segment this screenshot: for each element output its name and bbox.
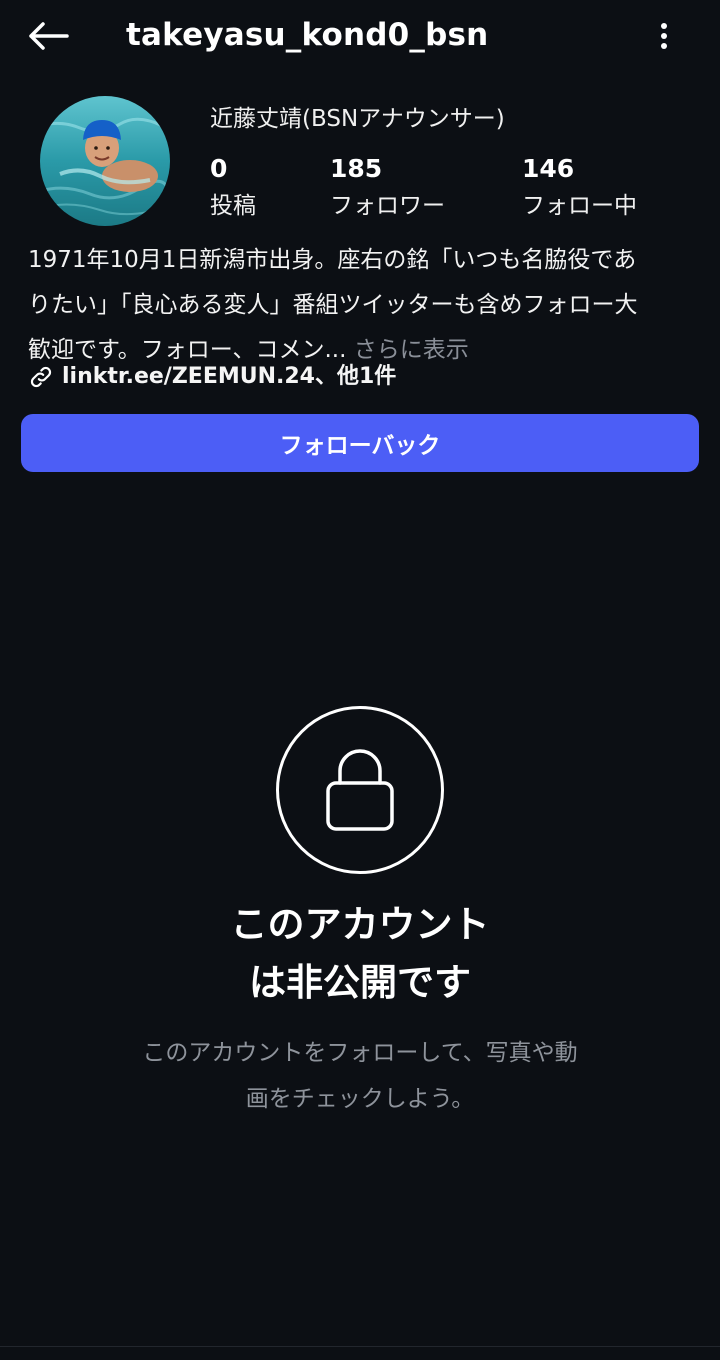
more-options-button[interactable] <box>644 14 684 58</box>
more-vertical-icon <box>661 23 667 49</box>
lock-icon <box>326 749 394 831</box>
link-icon <box>30 366 52 388</box>
top-bar: takeyasu_kond0_bsn <box>0 0 720 72</box>
avatar[interactable] <box>40 96 170 226</box>
posts-stat[interactable]: 0 投稿 <box>210 152 256 224</box>
following-label: フォロー中 <box>522 193 637 219</box>
avatar-image <box>40 96 170 226</box>
private-subtitle: このアカウントをフォローして、写真や動 画をチェックしよう。 <box>0 1030 720 1122</box>
followers-label: フォロワー <box>330 193 445 219</box>
posts-label: 投稿 <box>210 193 256 219</box>
following-stat[interactable]: 146 フォロー中 <box>522 152 637 224</box>
bio-line: りたい」「良心ある変人」番組ツイッターも含めフォロー大 <box>28 292 638 318</box>
profile-page: takeyasu_kond0_bsn 近藤丈靖(BSNアナウンサー) 0 投稿 … <box>0 0 720 1360</box>
private-lock-badge <box>276 706 444 874</box>
arrow-left-icon <box>29 22 69 50</box>
posts-count: 0 <box>210 154 228 183</box>
bio: 1971年10月1日新潟市出身。座右の銘「いつも名脇役であ りたい」「良心ある変… <box>28 238 698 373</box>
external-links[interactable]: linktr.ee/ZEEMUN.24、他1件 <box>28 360 396 394</box>
followers-count: 185 <box>330 154 383 183</box>
private-subtitle-line: 画をチェックしよう。 <box>245 1086 475 1112</box>
followers-stat[interactable]: 185 フォロワー <box>330 152 445 224</box>
links-text: linktr.ee/ZEEMUN.24、他1件 <box>62 364 397 389</box>
bottom-divider <box>0 1346 720 1347</box>
private-title-line: は非公開です <box>249 961 471 1004</box>
follow-back-label: フォローバック <box>279 433 441 459</box>
bio-line: 1971年10月1日新潟市出身。座右の銘「いつも名脇役であ <box>28 247 637 273</box>
private-title: このアカウント は非公開です <box>0 896 720 1012</box>
username-title: takeyasu_kond0_bsn <box>126 17 489 53</box>
display-name: 近藤丈靖(BSNアナウンサー) <box>210 106 505 132</box>
following-count: 146 <box>522 154 575 183</box>
follow-back-button[interactable]: フォローバック <box>21 414 699 472</box>
private-subtitle-line: このアカウントをフォローして、写真や動 <box>142 1040 578 1066</box>
back-button[interactable] <box>24 14 72 58</box>
private-title-line: このアカウント <box>230 903 490 946</box>
